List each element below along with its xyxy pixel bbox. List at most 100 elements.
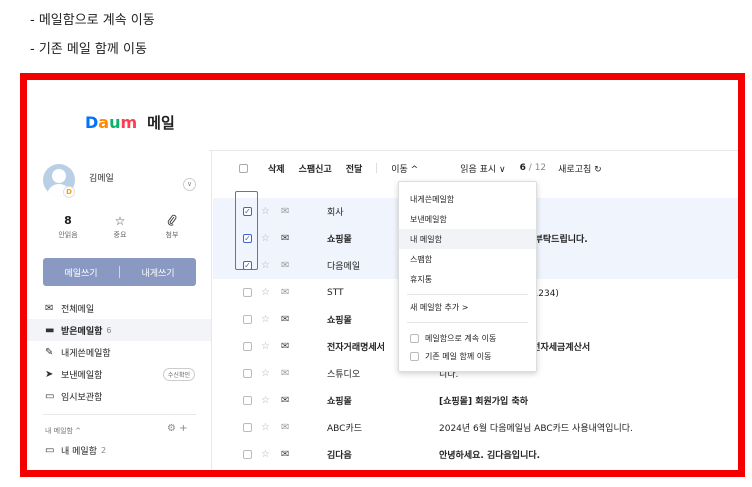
- mail-sender: ABC카드: [327, 424, 363, 434]
- select-all-checkbox[interactable]: [239, 163, 248, 173]
- sidebar-item-label: 받은메일함: [61, 326, 103, 337]
- mail-row[interactable]: ☆ ✉ 쇼핑몰 [쇼핑몰] 회원가입 축하: [213, 387, 738, 414]
- stat-important[interactable]: ☆ 중요: [95, 214, 145, 240]
- mail-subject[interactable]: 2024년 6월 다음메일님 ABC카드 사용내역입니다.: [439, 421, 738, 434]
- sidebar-item-sent[interactable]: ➤ 보낸메일함 수신확인: [27, 363, 211, 385]
- mail-row[interactable]: ☆ ✉ 김다음 안녕하세요. 김다음입니다.: [213, 441, 738, 468]
- folder-icon: ▭: [45, 390, 55, 402]
- paperclip-icon: [147, 214, 197, 228]
- add-folder-item[interactable]: 새 메일함 추가 >: [399, 297, 536, 317]
- read-mark-button[interactable]: 읽음 표시 ∨: [460, 162, 505, 175]
- envelope-icon: ✉: [281, 449, 290, 460]
- mail-subject[interactable]: 안녕하세요. 김다음입니다.: [439, 448, 738, 461]
- dropdown-divider: [407, 294, 528, 295]
- move-to-sent[interactable]: 보낸메일함: [399, 209, 536, 229]
- sidebar-divider: [43, 414, 196, 415]
- refresh-button[interactable]: 새로고침 ↻: [558, 162, 602, 175]
- option-keep-moving[interactable]: 메일함으로 계속 이동: [399, 328, 536, 348]
- folder-icon: ▭: [45, 444, 55, 456]
- sidebar-item-to-me[interactable]: ✎ 내게쓴메일함: [27, 341, 211, 363]
- compose-button[interactable]: 메일쓰기: [43, 266, 119, 279]
- move-to-to-me[interactable]: 내게쓴메일함: [399, 189, 536, 209]
- logo-letter-m: m: [120, 113, 138, 132]
- row-checkbox[interactable]: [243, 450, 252, 459]
- sidebar-divider-vertical: [211, 150, 212, 470]
- important-label: 중요: [113, 231, 127, 239]
- mail-subject[interactable]: [쇼핑몰] 회원가입 축하: [439, 394, 738, 407]
- row-checkbox[interactable]: [243, 342, 252, 351]
- star-icon[interactable]: ☆: [261, 287, 270, 298]
- envelope-open-icon: ✉: [281, 260, 290, 271]
- option-label: 기존 메일 함께 이동: [425, 351, 492, 361]
- delete-button[interactable]: 삭제: [268, 162, 285, 175]
- edit-icon: ✎: [45, 346, 54, 358]
- sidebar-item-drafts[interactable]: ▭ 임시보관함: [27, 385, 211, 407]
- write-buttons: 메일쓰기 내게쓰기: [43, 258, 196, 286]
- my-folders-title[interactable]: 내 메일함 ^: [45, 426, 81, 436]
- envelope-icon: ✉: [281, 233, 290, 244]
- envelope-open-icon: ✉: [281, 287, 290, 298]
- stat-unread[interactable]: 8 안읽음: [43, 214, 93, 240]
- envelope-icon: ✉: [281, 395, 290, 406]
- unread-label: 안읽음: [58, 231, 78, 239]
- star-icon[interactable]: ☆: [261, 233, 270, 244]
- row-checkbox[interactable]: [243, 423, 252, 432]
- stat-attachment[interactable]: 첨부: [147, 214, 197, 240]
- move-to-spam[interactable]: 스팸함: [399, 249, 536, 269]
- sidebar-item-all-mail[interactable]: ✉ 전체메일: [27, 297, 211, 319]
- send-icon: ➤: [45, 368, 54, 380]
- envelope-open-icon: ✉: [281, 422, 290, 433]
- forward-button[interactable]: 전달: [346, 162, 363, 175]
- move-to-trash[interactable]: 휴지통: [399, 269, 536, 289]
- daum-badge-icon: D: [63, 186, 75, 198]
- star-icon[interactable]: ☆: [261, 368, 270, 379]
- settings-add-icon[interactable]: ⚙ +: [167, 423, 188, 434]
- daum-mail-logo[interactable]: Daum 메일: [85, 112, 175, 133]
- star-icon[interactable]: ☆: [261, 422, 270, 433]
- mail-sender: 쇼핑몰: [327, 397, 352, 407]
- spam-button[interactable]: 스팸신고: [299, 162, 332, 175]
- mail-row[interactable]: ☆ ✉ ABC카드 2024년 6월 다음메일님 ABC카드 사용내역입니다.: [213, 414, 738, 441]
- unread-count: 8: [64, 214, 72, 227]
- option-label: 메일함으로 계속 이동: [425, 333, 497, 343]
- write-to-me-button[interactable]: 내게쓰기: [120, 266, 196, 279]
- envelope-open-icon: ✉: [281, 206, 290, 217]
- envelope-icon: ✉: [281, 341, 290, 352]
- star-icon[interactable]: ☆: [261, 260, 270, 271]
- sidebar-item-label: 내게쓴메일함: [61, 348, 111, 359]
- sidebar-item-label: 전체메일: [61, 304, 95, 315]
- sidebar-item-label: 내 메일함: [61, 446, 97, 457]
- inbox-count: 6: [106, 325, 112, 335]
- pagination: 6 / 12: [520, 163, 547, 173]
- mail-toolbar: 삭제 스팸신고 전달 이동 ^ 읽음 표시 ∨ 6 / 12 새로고침 ↻: [239, 160, 616, 176]
- envelope-icon: ✉: [281, 314, 290, 325]
- page-current: 6: [519, 163, 526, 173]
- sidebar-item-inbox[interactable]: ▬ 받은메일함 6: [27, 319, 211, 341]
- chevron-down-icon[interactable]: ∨: [183, 178, 196, 191]
- star-icon[interactable]: ☆: [261, 395, 270, 406]
- row-checkbox[interactable]: [243, 369, 252, 378]
- logo-letter-u: u: [109, 113, 121, 132]
- dropdown-divider: [407, 322, 528, 323]
- row-checkbox[interactable]: [243, 315, 252, 324]
- option-move-existing[interactable]: 기존 메일 함께 이동: [399, 346, 536, 366]
- star-icon[interactable]: ☆: [261, 314, 270, 325]
- star-icon[interactable]: ☆: [261, 341, 270, 352]
- my-folder-count: 2: [100, 445, 107, 455]
- logo-letter-a: a: [98, 113, 110, 132]
- user-name: 김메일: [89, 174, 114, 184]
- sidebar-item-my-folder[interactable]: ▭ 내 메일함 2: [27, 439, 211, 461]
- checkbox-selection-highlight: [235, 191, 258, 270]
- move-to-my-folder[interactable]: 내 메일함: [399, 229, 536, 249]
- logo-word: 메일: [147, 114, 175, 132]
- read-receipt-button[interactable]: 수신확인: [162, 367, 195, 381]
- option-checkbox[interactable]: [410, 333, 419, 343]
- option-checkbox[interactable]: [410, 351, 419, 361]
- row-checkbox[interactable]: [243, 396, 252, 405]
- star-icon[interactable]: ☆: [261, 206, 270, 217]
- star-icon[interactable]: ☆: [261, 449, 270, 460]
- row-checkbox[interactable]: [243, 288, 252, 297]
- move-button[interactable]: 이동 ^: [391, 162, 418, 175]
- move-dropdown-menu: 내게쓴메일함 보낸메일함 내 메일함 스팸함 휴지통 새 메일함 추가 > 메일…: [398, 181, 537, 372]
- star-icon: ☆: [114, 214, 126, 228]
